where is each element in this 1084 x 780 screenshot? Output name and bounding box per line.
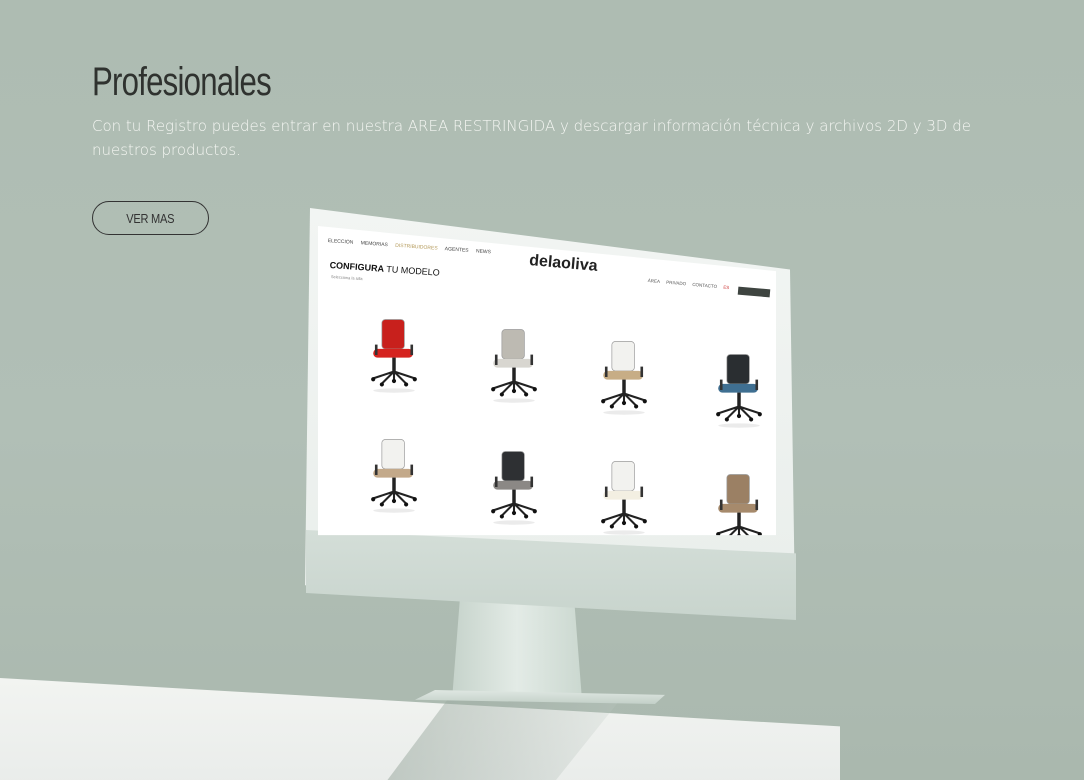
chair-thumbnail <box>491 329 537 403</box>
screen-nav-item: DISTRIBUIDORES <box>394 242 438 252</box>
screen-header-item: ES <box>723 284 730 291</box>
chair-thumbnail <box>491 451 537 525</box>
screen-nav-item: MEMORIAS <box>360 240 389 249</box>
chair-thumbnail <box>601 341 647 415</box>
screen-subheading: Selecciona la silla <box>330 274 363 282</box>
screen-header-button <box>737 286 771 298</box>
screen-logo: delaoliva <box>528 252 599 275</box>
page-title: Profesionales <box>92 60 272 104</box>
chair-thumbnail <box>716 354 762 428</box>
screen-nav-item: ELECCIÓN <box>327 238 354 246</box>
screen-header-right: ÁREA PRIVADO CONTACTO ES <box>648 278 735 291</box>
screen-nav-item: NEWS <box>475 248 492 256</box>
screen-heading-bold: CONFIGURA <box>329 260 385 274</box>
ver-mas-button[interactable]: VER MAS <box>92 201 209 235</box>
screen-heading-rest: TU MODELO <box>383 263 441 278</box>
chair-thumbnail <box>601 461 647 535</box>
chair-thumbnail <box>371 319 417 393</box>
screen-header-item: CONTACTO <box>692 281 718 290</box>
hero-description: Con tu Registro puedes entrar en nuestra… <box>92 117 971 159</box>
screen-header-item: ÁREA <box>647 278 661 285</box>
screen-header-item: PRIVADO <box>666 279 687 287</box>
ver-mas-label: VER MAS <box>126 210 175 226</box>
screen-nav-item: AGENTES <box>444 246 469 254</box>
monitor-image: ELECCIÓN MEMORIAS DISTRIBUIDORES AGENTES… <box>300 208 800 628</box>
chair-thumbnail <box>371 439 417 513</box>
monitor-screen: ELECCIÓN MEMORIAS DISTRIBUIDORES AGENTES… <box>318 226 776 536</box>
